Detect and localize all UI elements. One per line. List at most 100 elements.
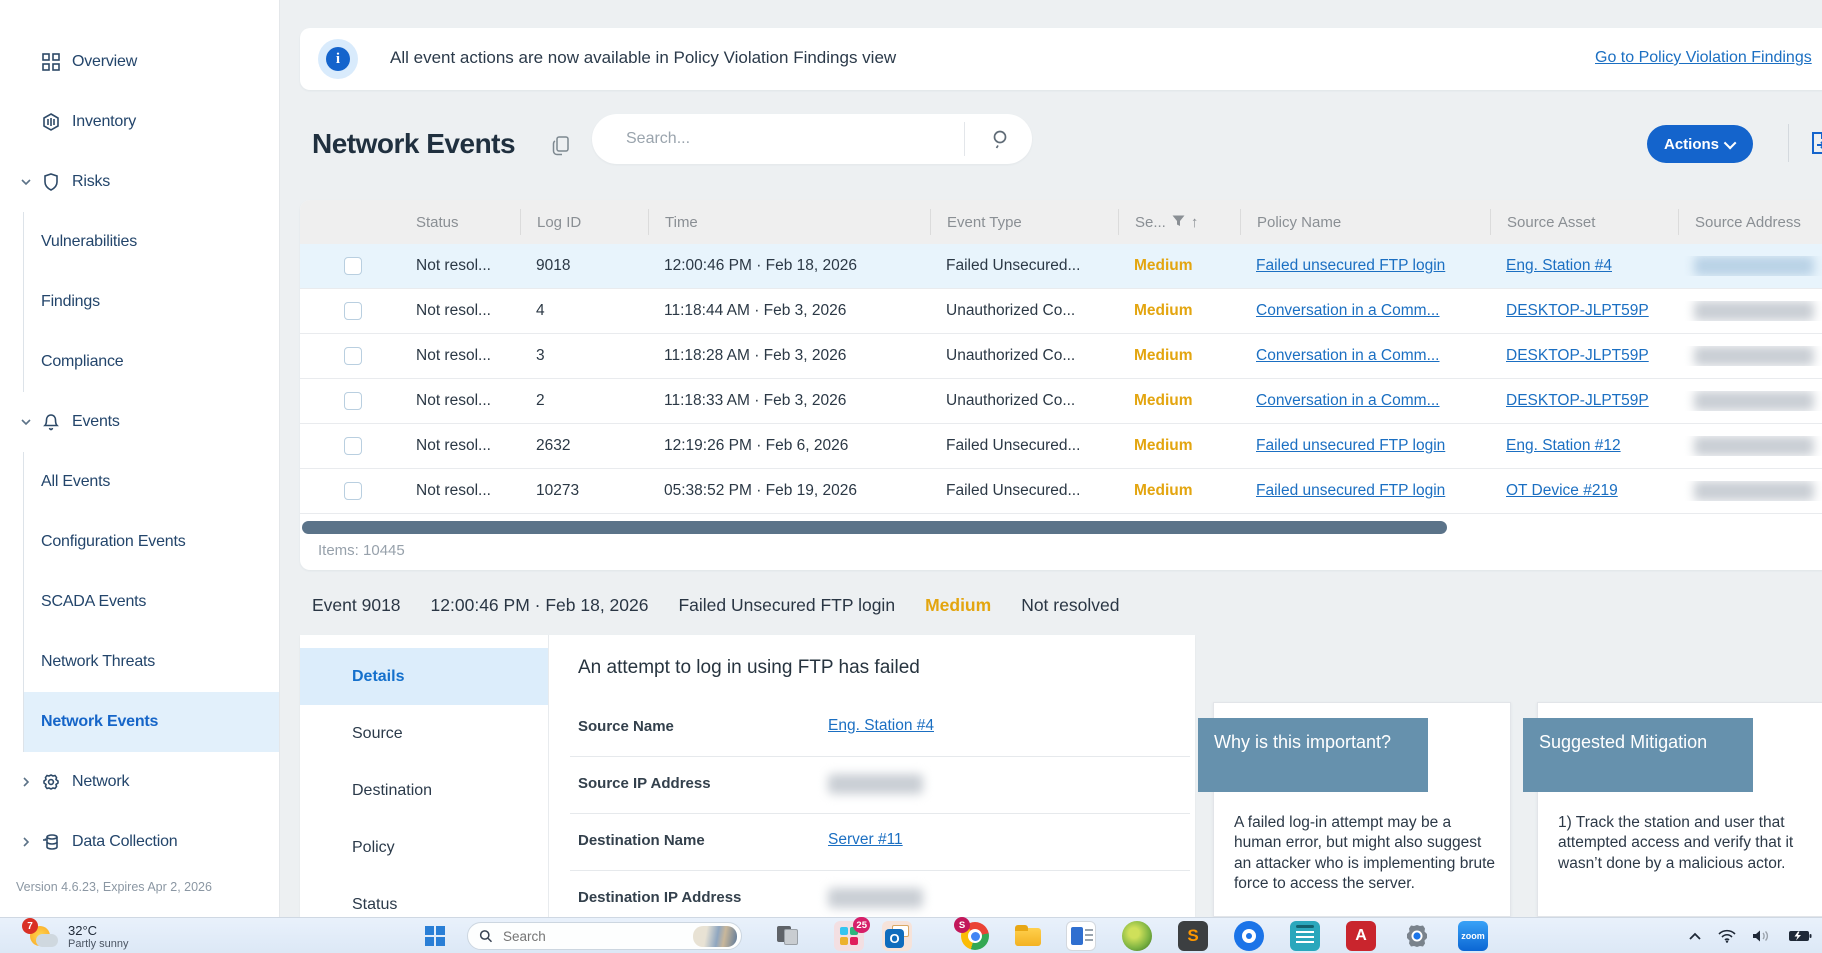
chrome-icon[interactable]: S bbox=[960, 921, 990, 951]
cell-status: Not resol... bbox=[400, 392, 520, 410]
sidebar-item-events[interactable]: Events bbox=[0, 392, 279, 452]
row-checkbox[interactable] bbox=[344, 257, 362, 275]
file-explorer-icon[interactable] bbox=[1013, 921, 1043, 951]
source-asset-link[interactable]: Eng. Station #12 bbox=[1506, 437, 1621, 454]
search-button[interactable] bbox=[978, 123, 1024, 155]
policy-link[interactable]: Failed unsecured FTP login bbox=[1256, 257, 1445, 274]
table-row[interactable]: Not resol... 10273 05:38:52 PM · Feb 19,… bbox=[300, 469, 1822, 514]
table-row[interactable]: Not resol... 9018 12:00:46 PM · Feb 18, … bbox=[300, 244, 1822, 289]
sidebar-item-vulnerabilities[interactable]: Vulnerabilities bbox=[24, 212, 279, 272]
policy-link[interactable]: Conversation in a Comm... bbox=[1256, 302, 1440, 319]
table-row[interactable]: Not resol... 2 11:18:33 AM · Feb 3, 2026… bbox=[300, 379, 1822, 424]
acrobat-icon[interactable]: A bbox=[1346, 921, 1376, 951]
table-row[interactable]: Not resol... 4 11:18:44 AM · Feb 3, 2026… bbox=[300, 289, 1822, 334]
volume-icon[interactable] bbox=[1752, 929, 1772, 943]
column-time[interactable]: Time bbox=[648, 209, 930, 235]
sidebar-item-configuration-events[interactable]: Configuration Events bbox=[24, 512, 279, 572]
taskbar-search[interactable] bbox=[467, 922, 742, 950]
source-name-link[interactable]: Eng. Station #4 bbox=[828, 717, 934, 734]
column-source-address[interactable]: Source Address bbox=[1678, 209, 1822, 235]
export-icon[interactable] bbox=[1806, 130, 1822, 161]
page-title: Network Events bbox=[312, 128, 515, 160]
column-event-type[interactable]: Event Type bbox=[930, 209, 1118, 235]
tab-details[interactable]: Details bbox=[300, 648, 548, 705]
blue-circle-app-icon[interactable] bbox=[1234, 921, 1264, 951]
column-source-asset[interactable]: Source Asset bbox=[1490, 209, 1678, 235]
wifi-icon[interactable] bbox=[1718, 929, 1736, 943]
sidebar-nav: Overview Inventory Risks Vu bbox=[0, 0, 279, 872]
field-label: Source Name bbox=[578, 718, 674, 735]
detail-event-time: 12:00:46 PM · Feb 18, 2026 bbox=[431, 595, 649, 616]
cell-time: 11:18:33 AM · Feb 3, 2026 bbox=[648, 392, 930, 410]
policy-link[interactable]: Conversation in a Comm... bbox=[1256, 347, 1440, 364]
source-asset-link[interactable]: Eng. Station #4 bbox=[1506, 257, 1612, 274]
task-view-icon[interactable] bbox=[773, 921, 803, 951]
sidebar-item-network-events[interactable]: Network Events bbox=[24, 692, 279, 752]
sidebar-item-overview[interactable]: Overview bbox=[0, 32, 279, 92]
sidebar-item-data-collection[interactable]: Data Collection bbox=[0, 812, 279, 872]
row-checkbox[interactable] bbox=[344, 482, 362, 500]
battery-icon[interactable] bbox=[1788, 929, 1812, 943]
row-checkbox[interactable] bbox=[344, 392, 362, 410]
notes-app-icon[interactable] bbox=[1290, 921, 1320, 951]
source-asset-link[interactable]: OT Device #219 bbox=[1506, 482, 1618, 499]
column-policy-name[interactable]: Policy Name bbox=[1240, 209, 1490, 235]
sidebar-item-network[interactable]: Network bbox=[0, 752, 279, 812]
settings-gear-icon[interactable] bbox=[1402, 921, 1432, 951]
chevron-down-icon bbox=[1724, 136, 1737, 149]
table-row[interactable]: Not resol... 2632 12:19:26 PM · Feb 6, 2… bbox=[300, 424, 1822, 469]
row-checkbox[interactable] bbox=[344, 302, 362, 320]
cell-severity: Medium bbox=[1118, 347, 1240, 365]
sidebar-item-network-threats[interactable]: Network Threats bbox=[24, 632, 279, 692]
taskbar-search-input[interactable] bbox=[493, 929, 663, 944]
sidebar-item-risks[interactable]: Risks bbox=[0, 152, 279, 212]
cell-status: Not resol... bbox=[400, 257, 520, 275]
start-button[interactable] bbox=[425, 926, 445, 946]
tray-chevron-up-icon[interactable] bbox=[1688, 931, 1702, 941]
source-asset-link[interactable]: DESKTOP-JLPT59P bbox=[1506, 392, 1649, 409]
filter-funnel-icon[interactable] bbox=[1172, 214, 1185, 231]
row-checkbox[interactable] bbox=[344, 437, 362, 455]
cell-source-address bbox=[1678, 481, 1822, 501]
sort-ascending-icon[interactable]: ↑ bbox=[1191, 214, 1199, 231]
horizontal-scrollbar[interactable] bbox=[300, 514, 1822, 540]
source-asset-link[interactable]: DESKTOP-JLPT59P bbox=[1506, 302, 1649, 319]
destination-name-link[interactable]: Server #11 bbox=[828, 831, 903, 848]
column-log-id[interactable]: Log ID bbox=[520, 209, 648, 235]
sidebar-item-all-events[interactable]: All Events bbox=[24, 452, 279, 512]
source-asset-link[interactable]: DESKTOP-JLPT59P bbox=[1506, 347, 1649, 364]
policy-link[interactable]: Failed unsecured FTP login bbox=[1256, 482, 1445, 499]
row-checkbox[interactable] bbox=[344, 347, 362, 365]
weather-widget[interactable]: 7 32°C Partly sunny bbox=[28, 920, 129, 953]
sublime-text-icon[interactable]: S bbox=[1178, 921, 1208, 951]
green-app-icon[interactable] bbox=[1122, 921, 1152, 951]
slack-icon[interactable]: 25 bbox=[834, 921, 864, 951]
outlook-icon[interactable]: O bbox=[882, 921, 912, 951]
document-app-icon[interactable] bbox=[1066, 921, 1096, 951]
sidebar-item-label: Network Threats bbox=[41, 653, 155, 671]
sidebar-item-findings[interactable]: Findings bbox=[24, 272, 279, 332]
bell-icon bbox=[42, 413, 72, 431]
policy-link[interactable]: Conversation in a Comm... bbox=[1256, 392, 1440, 409]
column-status[interactable]: Status bbox=[400, 209, 520, 235]
cell-checkbox bbox=[300, 482, 400, 500]
policy-link[interactable]: Failed unsecured FTP login bbox=[1256, 437, 1445, 454]
taskbar: 7 32°C Partly sunny 25 bbox=[0, 917, 1822, 953]
field-value: Server #11 bbox=[828, 831, 903, 849]
zoom-icon[interactable]: zoom bbox=[1458, 921, 1488, 951]
policy-violation-findings-link[interactable]: Go to Policy Violation Findings bbox=[1595, 49, 1812, 67]
horizontal-scrollbar-thumb[interactable] bbox=[302, 521, 1447, 534]
copy-icon[interactable] bbox=[552, 136, 570, 161]
sidebar-item-inventory[interactable]: Inventory bbox=[0, 92, 279, 152]
search-highlight-image[interactable] bbox=[693, 926, 737, 947]
cell-policy: Conversation in a Comm... bbox=[1240, 347, 1490, 365]
column-severity[interactable]: Se... ↑ bbox=[1118, 209, 1240, 235]
database-icon bbox=[42, 833, 72, 851]
table-row[interactable]: Not resol... 3 11:18:28 AM · Feb 3, 2026… bbox=[300, 334, 1822, 379]
sidebar-item-scada-events[interactable]: SCADA Events bbox=[24, 572, 279, 632]
event-detail-summary: Event 9018 12:00:46 PM · Feb 18, 2026 Fa… bbox=[312, 595, 1119, 616]
sidebar-item-compliance[interactable]: Compliance bbox=[24, 332, 279, 392]
actions-button[interactable]: Actions bbox=[1647, 125, 1753, 163]
search-input[interactable] bbox=[592, 130, 922, 148]
redacted-value bbox=[1694, 391, 1814, 411]
